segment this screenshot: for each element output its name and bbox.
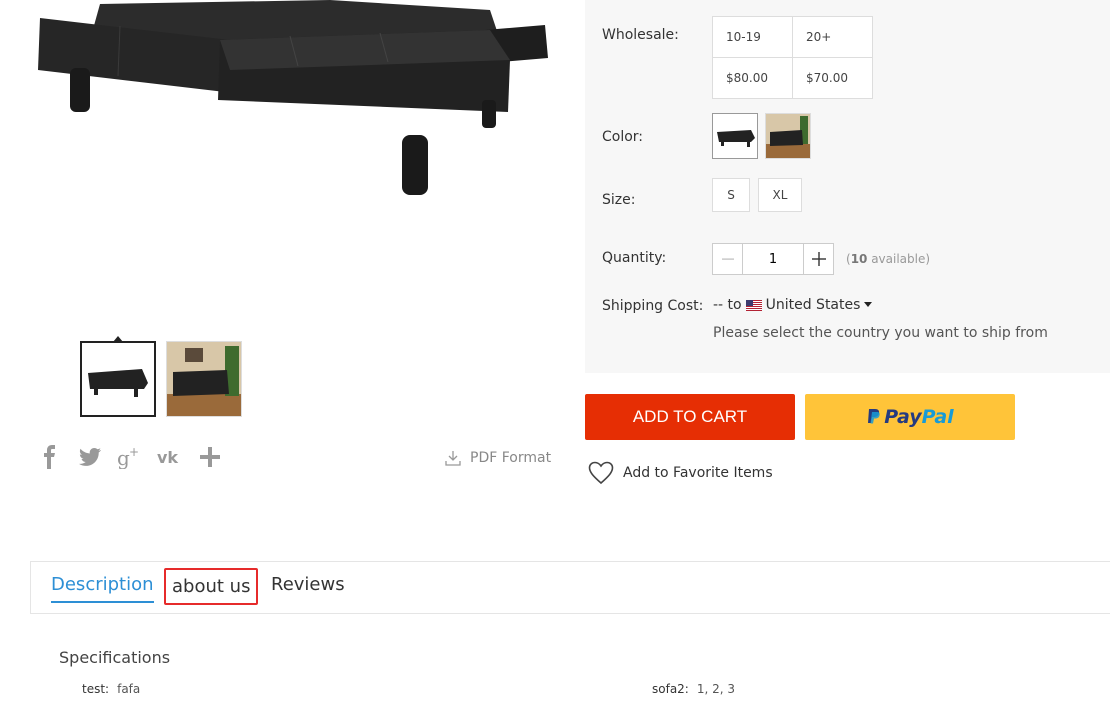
svg-text:vk: vk: [157, 448, 178, 467]
download-icon: [445, 451, 461, 466]
svg-text:+: +: [129, 445, 139, 459]
size-option-s[interactable]: S: [712, 178, 750, 212]
available-count: (10 available): [846, 252, 930, 266]
shipping-cost-label: Shipping Cost:: [602, 298, 704, 314]
paypal-logo-icon: [868, 409, 880, 424]
heart-icon: [588, 461, 614, 485]
spec-value: fafa: [117, 682, 141, 696]
plus-icon[interactable]: [198, 445, 222, 469]
shipping-destination[interactable]: -- to United States: [713, 297, 873, 313]
quantity-input[interactable]: [743, 244, 803, 274]
product-main-image: [38, 0, 548, 195]
size-option-xl[interactable]: XL: [758, 178, 802, 212]
shipping-note: Please select the country you want to sh…: [713, 325, 1048, 341]
vk-icon[interactable]: vk: [157, 445, 181, 469]
plus-icon: [811, 252, 826, 266]
color-swatch-2-image: [766, 114, 810, 158]
wholesale-range: 10-19: [712, 16, 793, 58]
paypal-pay-text: Pay: [884, 406, 922, 428]
spec-value: 1, 2, 3: [696, 682, 736, 696]
quantity-stepper: [712, 243, 834, 275]
quantity-increase-button[interactable]: [803, 244, 833, 274]
shipping-country: United States: [765, 297, 861, 313]
thumbnail-2[interactable]: [166, 341, 242, 417]
tab-about-us[interactable]: about us: [164, 568, 259, 605]
wholesale-price: $70.00: [792, 57, 873, 99]
wholesale-range: 20+: [792, 16, 873, 58]
available-suffix: available): [867, 252, 931, 266]
paypal-pal-text: Pal: [921, 406, 954, 428]
spec-item: sofa2: 1, 2, 3: [652, 682, 735, 696]
google-plus-icon[interactable]: g +: [117, 445, 141, 469]
paypal-button[interactable]: Pay Pal: [805, 394, 1015, 440]
quantity-label: Quantity:: [602, 250, 667, 266]
shipping-prefix: -- to: [713, 297, 742, 313]
wholesale-price: $80.00: [712, 57, 793, 99]
tab-description[interactable]: Description: [51, 568, 154, 603]
pdf-format-label: PDF Format: [470, 450, 552, 466]
wholesale-label: Wholesale:: [602, 27, 679, 43]
pdf-format-link[interactable]: PDF Format: [444, 449, 551, 467]
color-swatch-room[interactable]: [765, 113, 811, 159]
color-swatch-1-image: [717, 130, 755, 147]
add-to-favorites-link[interactable]: Add to Favorite Items: [588, 461, 773, 485]
size-label: Size:: [602, 192, 636, 208]
quantity-decrease-button[interactable]: [713, 244, 743, 274]
us-flag-icon: [745, 299, 762, 311]
color-label: Color:: [602, 129, 644, 145]
twitter-icon[interactable]: [78, 445, 102, 469]
tab-reviews[interactable]: Reviews: [265, 568, 351, 601]
thumbnail-1[interactable]: [80, 341, 156, 417]
add-to-cart-button[interactable]: ADD TO CART: [585, 394, 795, 440]
favorite-label: Add to Favorite Items: [623, 465, 773, 481]
minus-icon: [721, 258, 734, 260]
specifications-title: Specifications: [59, 648, 171, 667]
caret-down-icon: [864, 302, 873, 307]
spec-item: test: fafa: [82, 682, 140, 696]
facebook-icon[interactable]: [38, 445, 62, 469]
spec-key: sofa2:: [652, 682, 689, 696]
spec-key: test:: [82, 682, 110, 696]
wholesale-table: 10-19 20+ $80.00 $70.00: [712, 16, 873, 99]
available-number: 10: [850, 252, 868, 266]
thumbnail-2-image: [167, 342, 241, 416]
thumbnail-1-image: [88, 369, 148, 397]
color-swatch-black[interactable]: [712, 113, 758, 159]
